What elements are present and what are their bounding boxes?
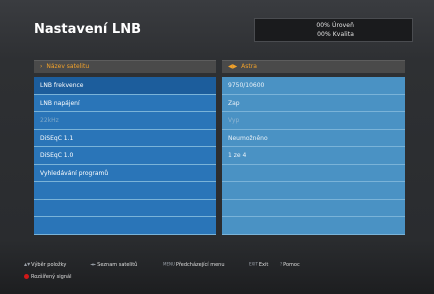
signal-level: 00% Úroveň: [316, 22, 354, 29]
legend-previous-menu: MENUPředcházející menu: [163, 261, 225, 269]
legend-satellite-list: ◄►Seznam satelitů: [90, 261, 138, 269]
legend-label: Rozšířený signál: [31, 274, 72, 280]
empty-row: [34, 217, 216, 235]
satellite-value: Astra: [241, 63, 257, 70]
legend-label: Exit: [258, 262, 269, 268]
arrow-right-icon: ›: [40, 63, 43, 70]
value-lnb-frequency[interactable]: 9750/10600: [222, 77, 405, 95]
value-empty: [222, 217, 405, 235]
left-right-key-icon: ◄►: [90, 261, 97, 267]
value-empty: [222, 164, 405, 182]
up-down-key-icon: ▲▼: [24, 261, 31, 267]
menu-key-icon: MENU: [163, 261, 175, 267]
value-22khz: Vyp: [222, 112, 405, 130]
value-diseqc-10[interactable]: 1 ze 4: [222, 147, 405, 165]
signal-status-box: 00% Úroveň 00% Kvalita: [254, 18, 413, 42]
settings-labels-column: › Název satelitu LNB frekvence LNB napáj…: [34, 60, 216, 242]
satellite-name-header[interactable]: › Název satelitu: [34, 60, 216, 73]
settings-values-column: ◀▶ Astra 9750/10600 Zap Vyp Neumožněno 1…: [222, 60, 405, 242]
setting-row-22khz: 22kHz: [34, 112, 216, 130]
legend-exit: EXITExit: [249, 261, 269, 269]
setting-row-lnb-power[interactable]: LNB napájení: [34, 94, 216, 112]
setting-row-diseqc-10[interactable]: DiSEqC 1.0: [34, 147, 216, 165]
setting-row-lnb-frequency[interactable]: LNB frekvence: [34, 77, 216, 95]
legend-label: Seznam satelitů: [97, 262, 138, 268]
screen: Nastavení LNB 00% Úroveň 00% Kvalita › N…: [0, 0, 434, 294]
help-key-icon: ?: [280, 261, 283, 267]
red-key-icon: [24, 274, 29, 279]
legend-select-item: ▲▼Výběr položky: [24, 261, 67, 269]
empty-row: [34, 182, 216, 200]
value-diseqc-11[interactable]: Neumožněno: [222, 129, 405, 147]
lnb-settings-panel: › Název satelitu LNB frekvence LNB napáj…: [34, 60, 405, 242]
satellite-value-header[interactable]: ◀▶ Astra: [222, 60, 405, 73]
signal-quality: 00% Kvalita: [317, 31, 354, 38]
legend-extended-signal: Rozšířený signál: [24, 274, 71, 280]
empty-row: [34, 199, 216, 217]
legend-label: Předcházející menu: [175, 262, 225, 268]
value-empty: [222, 199, 405, 217]
page-title: Nastavení LNB: [34, 22, 141, 37]
legend-label: Pomoc: [283, 262, 300, 268]
left-right-arrows-icon: ◀▶: [228, 63, 238, 70]
legend-label: Výběr položky: [31, 262, 67, 268]
exit-key-icon: EXIT: [249, 261, 258, 267]
value-empty: [222, 182, 405, 200]
setting-row-diseqc-11[interactable]: DiSEqC 1.1: [34, 129, 216, 147]
footer-help-bar: ▲▼Výběr položky ◄►Seznam satelitů MENUPř…: [24, 262, 414, 292]
value-lnb-power[interactable]: Zap: [222, 94, 405, 112]
legend-help: ?Pomoc: [280, 261, 300, 269]
satellite-name-label: Název satelitu: [46, 63, 90, 70]
setting-row-channel-search[interactable]: Vyhledávání programů: [34, 164, 216, 182]
